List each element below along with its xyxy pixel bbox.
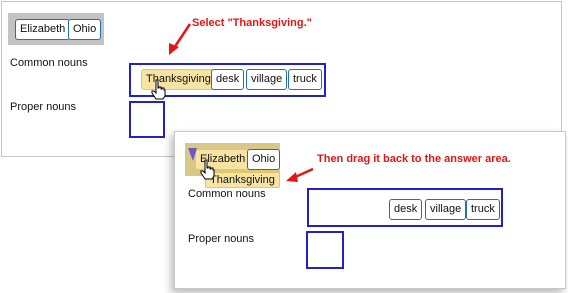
word-chip-village[interactable]: village	[425, 199, 467, 220]
word-chip-ohio[interactable]: Ohio	[247, 149, 281, 170]
proper-nouns-drop-zone[interactable]	[129, 101, 165, 138]
instruction-select: Select "Thanksgiving."	[192, 17, 312, 29]
hand-cursor-icon	[200, 159, 215, 180]
word-chip-elizabeth[interactable]: Elizabeth	[15, 19, 71, 40]
common-nouns-label: Common nouns	[10, 57, 88, 69]
proper-nouns-drop-zone[interactable]	[306, 231, 344, 269]
annotation-arrow-icon	[169, 23, 192, 55]
annotation-arrow-icon	[286, 167, 314, 182]
common-nouns-label: Common nouns	[188, 188, 266, 200]
word-chip-ohio[interactable]: Ohio	[68, 19, 102, 40]
word-bank: Elizabeth Ohio	[8, 13, 104, 45]
dragged-word-chip[interactable]: Thanksgiving	[205, 172, 280, 188]
word-chip-truck[interactable]: truck	[466, 199, 500, 220]
word-chip-desk[interactable]: desk	[389, 199, 423, 220]
step-two-panel: Elizabeth Ohio Thanksgiving Then drag it…	[174, 131, 566, 289]
word-chip-truck[interactable]: truck	[288, 69, 322, 90]
word-chip-desk[interactable]: desk	[211, 69, 245, 90]
proper-nouns-label: Proper nouns	[188, 233, 255, 245]
word-chip-village[interactable]: village	[246, 69, 288, 90]
proper-nouns-label: Proper nouns	[10, 101, 77, 113]
instruction-drag: Then drag it back to the answer area.	[317, 153, 511, 165]
hand-cursor-icon	[151, 79, 166, 100]
insertion-marker-icon	[188, 148, 197, 161]
common-nouns-drop-zone[interactable]: desk village truck	[307, 188, 503, 227]
